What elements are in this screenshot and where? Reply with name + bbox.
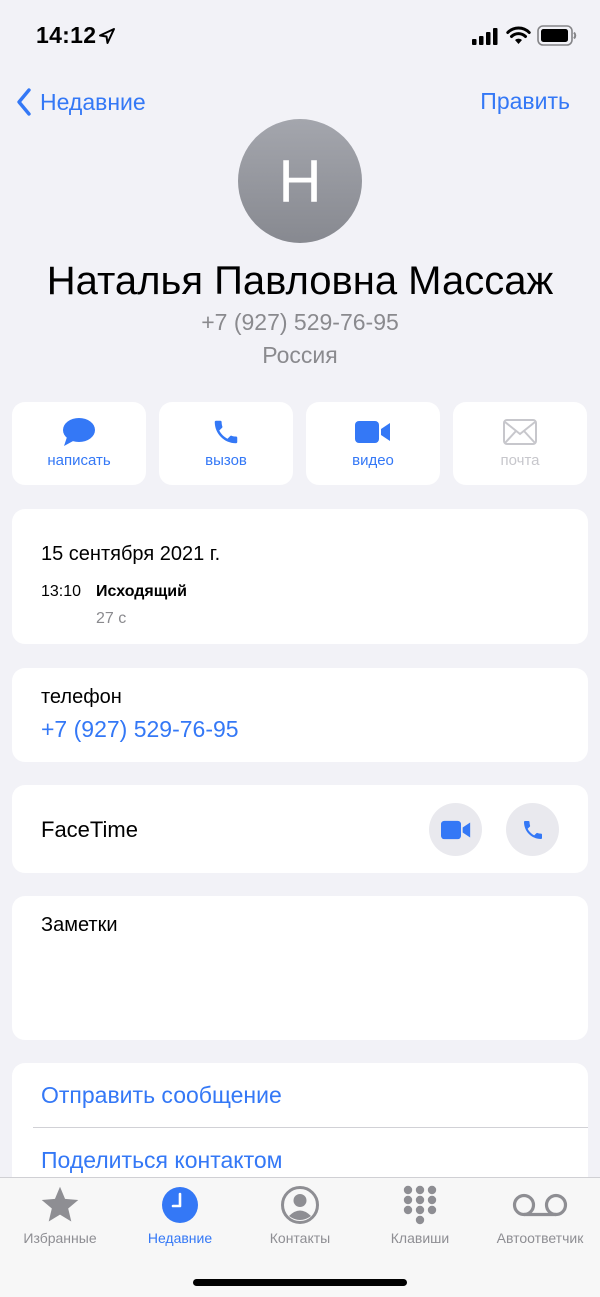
phone-number-link[interactable]: +7 (927) 529-76-95: [41, 716, 239, 743]
phone-card[interactable]: телефон +7 (927) 529-76-95: [12, 668, 588, 762]
phone-field-label: телефон: [41, 686, 122, 708]
tab-contacts[interactable]: Контакты: [240, 1184, 360, 1246]
phone-icon: [214, 420, 238, 444]
video-action-button[interactable]: видео: [306, 402, 440, 485]
recent-call-type: Исходящий: [96, 583, 187, 600]
facetime-video-button[interactable]: [429, 803, 482, 856]
notes-card[interactable]: Заметки: [12, 896, 588, 1040]
tab-recents-label: Недавние: [147, 1230, 213, 1246]
header-country: Россия: [262, 342, 338, 368]
status-time: 14:12: [36, 22, 97, 48]
recent-call-card: 15 сентября 2021 г. 13:10 Исходящий 27 с: [12, 509, 588, 644]
notes-label: Заметки: [41, 914, 118, 936]
contact-name: Наталья Павловна Массаж: [46, 259, 554, 303]
star-icon: [41, 1186, 79, 1222]
message-bubble-icon: [63, 418, 95, 446]
tab-favorites-label: Избранные: [23, 1230, 97, 1246]
tab-voicemail-label: Автоответчик: [496, 1230, 584, 1246]
battery-icon: [537, 25, 577, 46]
facetime-audio-button[interactable]: [506, 803, 559, 856]
tab-favorites[interactable]: Избранные: [0, 1184, 120, 1246]
home-indicator[interactable]: [193, 1279, 407, 1286]
wifi-icon: [506, 26, 531, 44]
keypad-icon: [403, 1185, 437, 1225]
cellular-signal-icon: [472, 28, 498, 45]
recent-call-date: 15 сентября 2021 г.: [41, 543, 221, 565]
share-contact-link[interactable]: Поделиться контактом: [41, 1147, 282, 1174]
call-action-label: вызов: [205, 452, 247, 469]
back-button-label: Недавние: [40, 88, 146, 115]
video-camera-icon: [355, 421, 390, 443]
location-arrow-icon: [99, 28, 115, 44]
recent-call-duration: 27 с: [96, 610, 127, 627]
message-action-button[interactable]: написать: [12, 402, 146, 485]
envelope-icon: [503, 419, 537, 445]
back-button[interactable]: Недавние: [16, 86, 146, 118]
call-action-button[interactable]: вызов: [159, 402, 293, 485]
person-circle-icon: [281, 1186, 319, 1224]
divider: [33, 1127, 588, 1128]
tab-recents[interactable]: Недавние: [120, 1184, 240, 1246]
send-message-link[interactable]: Отправить сообщение: [41, 1082, 282, 1109]
facetime-card: FaceTime: [12, 785, 588, 873]
facetime-label: FaceTime: [41, 817, 138, 842]
tab-keypad-label: Клавиши: [390, 1230, 450, 1246]
edit-button[interactable]: Править: [480, 88, 570, 115]
mail-action-label: почта: [500, 452, 540, 469]
tab-keypad[interactable]: Клавиши: [360, 1184, 480, 1246]
avatar: Н: [238, 119, 362, 243]
phone-icon: [523, 820, 542, 839]
tab-contacts-label: Контакты: [269, 1230, 331, 1246]
message-action-label: написать: [47, 452, 111, 469]
chevron-left-icon: [17, 88, 31, 116]
clock-icon: [162, 1187, 198, 1223]
video-camera-icon: [440, 820, 470, 839]
mail-action-button[interactable]: почта: [453, 402, 587, 485]
voicemail-icon: [512, 1193, 568, 1217]
recent-call-time: 13:10: [41, 583, 82, 600]
header-phone: +7 (927) 529-76-95: [201, 309, 399, 335]
video-action-label: видео: [352, 452, 394, 469]
tab-voicemail[interactable]: Автоответчик: [480, 1184, 600, 1246]
